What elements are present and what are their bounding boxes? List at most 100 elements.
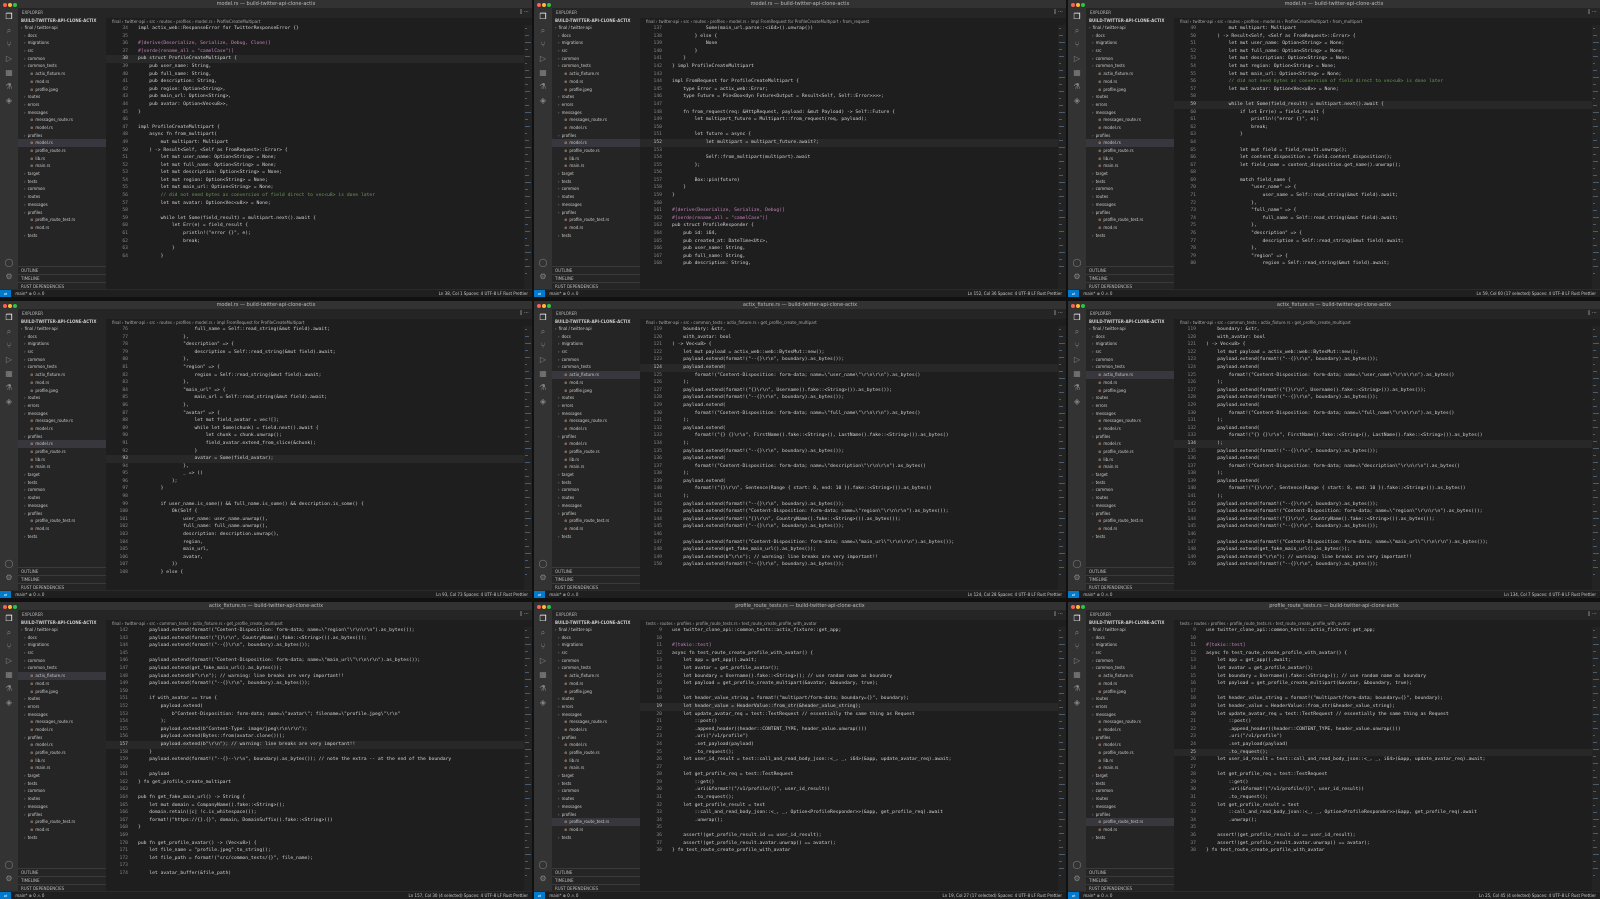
file-tree-item[interactable]: › errors — [18, 101, 106, 109]
file-tree-item[interactable]: › target — [1086, 170, 1174, 178]
file-tree-item[interactable]: › final / twitter-api — [18, 325, 106, 333]
extensions-icon[interactable]: ▦ — [538, 670, 548, 680]
file-tree-item[interactable]: › common_tests — [1086, 62, 1174, 70]
file-tree-item[interactable]: ⊛ model.rs — [552, 741, 640, 749]
file-tree-item[interactable]: ⊛ mod.rs — [18, 78, 106, 86]
maximize-window-button[interactable] — [1081, 304, 1085, 308]
sidebar-section-header[interactable]: OUTLINE — [18, 567, 106, 575]
close-window-button[interactable] — [1071, 605, 1075, 609]
sidebar-section-header[interactable]: TIMELINE — [552, 575, 640, 583]
file-tree-item[interactable]: ⊛ messages_route.rs — [552, 718, 640, 726]
files-icon[interactable]: ❐ — [538, 313, 548, 323]
files-icon[interactable]: ❐ — [538, 614, 548, 624]
file-tree-item[interactable]: ⊛ model.rs — [18, 440, 106, 448]
sidebar-section-header[interactable]: TIMELINE — [18, 575, 106, 583]
file-tree-item[interactable]: ⊛ profile_route_test.rs — [1086, 818, 1174, 826]
close-window-button[interactable] — [537, 605, 541, 609]
split-editor-icon[interactable]: ▯ ⋯ — [520, 310, 529, 316]
code-editor[interactable]: 119 boundary: &str, 120 with_avatar: bool… — [640, 326, 1058, 591]
search-icon[interactable]: ⌕ — [1072, 26, 1082, 36]
file-tree-item[interactable]: ⊛ profile.jpeg — [552, 688, 640, 696]
file-tree-item[interactable]: › migrations — [18, 340, 106, 348]
file-tree-item[interactable]: › docs — [552, 32, 640, 40]
file-tree-item[interactable]: › routes — [18, 93, 106, 101]
file-tree-item[interactable]: › profiles — [18, 811, 106, 819]
docker-icon[interactable]: ◈ — [538, 397, 548, 407]
code-editor[interactable]: 9 use twitter_clone_api::common_tests::ac… — [1174, 627, 1592, 892]
source-control-icon[interactable]: ⑂ — [4, 642, 14, 652]
file-tree-item[interactable]: ⊛ messages_route.rs — [18, 116, 106, 124]
file-tree-item[interactable]: › common — [552, 185, 640, 193]
split-editor-icon[interactable]: ▯ ⋯ — [1588, 310, 1597, 316]
file-tree-item[interactable]: ⊛ actix_fixture.rs — [1086, 672, 1174, 680]
file-tree-item[interactable]: ⊛ mod.rs — [1086, 379, 1174, 387]
file-tree-item[interactable]: ⊛ model.rs — [1086, 124, 1174, 132]
file-tree-item[interactable]: › target — [18, 170, 106, 178]
file-tree-item[interactable]: ⊛ model.rs — [18, 425, 106, 433]
file-tree-item[interactable]: ⊛ model.rs — [552, 139, 640, 147]
file-tree-item[interactable]: › tests — [1086, 479, 1174, 487]
minimize-window-button[interactable] — [8, 3, 12, 7]
file-tree-item[interactable]: › final / twitter-api — [552, 325, 640, 333]
file-tree-item[interactable]: › profiles — [18, 132, 106, 140]
file-tree-item[interactable]: ⊛ profile_route.rs — [552, 147, 640, 155]
file-tree-item[interactable]: › src — [18, 348, 106, 356]
file-tree-item[interactable]: ⊛ messages_route.rs — [552, 116, 640, 124]
file-tree-item[interactable]: ⊛ actix_fixture.rs — [552, 672, 640, 680]
file-tree-item[interactable]: › messages — [552, 711, 640, 719]
docker-icon[interactable]: ◈ — [1072, 96, 1082, 106]
file-tree-item[interactable]: ⊛ mod.rs — [1086, 525, 1174, 533]
sidebar-section-header[interactable]: TIMELINE — [18, 274, 106, 282]
file-tree-item[interactable]: › routes — [552, 795, 640, 803]
file-tree-item[interactable]: › profiles — [1086, 734, 1174, 742]
file-tree-item[interactable]: › tests — [18, 780, 106, 788]
files-icon[interactable]: ❐ — [538, 12, 548, 22]
docker-icon[interactable]: ◈ — [1072, 698, 1082, 708]
docker-icon[interactable]: ◈ — [538, 698, 548, 708]
file-tree-item[interactable]: ⊛ messages_route.rs — [1086, 718, 1174, 726]
testing-icon[interactable]: ⚗ — [4, 383, 14, 393]
settings-gear-icon[interactable]: ⚙ — [4, 573, 14, 583]
file-tree-item[interactable]: › common_tests — [1086, 664, 1174, 672]
file-tree-item[interactable]: › final / twitter-api — [18, 626, 106, 634]
code-editor[interactable]: 49 mut multipart: Multipart 50 ) -> Resul… — [1174, 25, 1592, 290]
minimap[interactable] — [1058, 25, 1066, 290]
file-tree-item[interactable]: ⊛ profile_route.rs — [1086, 749, 1174, 757]
status-branch[interactable]: main* ⊗ 0 ⚠ 0 — [1083, 592, 1112, 597]
file-tree-item[interactable]: › common — [18, 55, 106, 63]
file-tree-item[interactable]: › errors — [552, 101, 640, 109]
workspace-root[interactable]: BUILD-TWITTER-API-CLONE-ACTIX — [552, 17, 640, 24]
file-tree-item[interactable]: ⊛ model.rs — [1086, 425, 1174, 433]
file-tree-item[interactable]: ⊛ model.rs — [1086, 741, 1174, 749]
file-tree-item[interactable]: › migrations — [1086, 340, 1174, 348]
file-tree-item[interactable]: › errors — [552, 402, 640, 410]
status-branch[interactable]: main* ⊗ 0 ⚠ 0 — [1083, 893, 1112, 898]
source-control-icon[interactable]: ⑂ — [4, 40, 14, 50]
file-tree-item[interactable]: › final / twitter-api — [552, 626, 640, 634]
file-tree-item[interactable]: ⊛ profile.jpeg — [552, 86, 640, 94]
file-tree-item[interactable]: › common_tests — [18, 664, 106, 672]
file-tree-item[interactable]: › src — [1086, 348, 1174, 356]
maximize-window-button[interactable] — [547, 605, 551, 609]
settings-gear-icon[interactable]: ⚙ — [538, 874, 548, 884]
close-window-button[interactable] — [3, 304, 7, 308]
file-tree-item[interactable]: ⊛ profile_route_test.rs — [18, 818, 106, 826]
remote-indicator[interactable]: ⇌ — [534, 892, 546, 899]
file-tree-item[interactable]: › docs — [552, 333, 640, 341]
workspace-root[interactable]: BUILD-TWITTER-API-CLONE-ACTIX — [1086, 318, 1174, 325]
file-tree-item[interactable]: ⊛ model.rs — [18, 741, 106, 749]
file-tree-item[interactable]: › common_tests — [552, 664, 640, 672]
remote-indicator[interactable]: ⇌ — [1068, 290, 1080, 297]
file-tree-item[interactable]: ⊛ actix_fixture.rs — [1086, 371, 1174, 379]
file-tree-item[interactable]: › errors — [1086, 101, 1174, 109]
file-tree-item[interactable]: › tests — [1086, 232, 1174, 240]
file-tree-item[interactable]: ⊛ main.rs — [552, 162, 640, 170]
status-branch[interactable]: main* ⊗ 0 ⚠ 0 — [549, 592, 578, 597]
workspace-root[interactable]: BUILD-TWITTER-API-CLONE-ACTIX — [552, 318, 640, 325]
file-tree-item[interactable]: ⊛ model.rs — [552, 425, 640, 433]
file-tree-item[interactable]: › target — [1086, 471, 1174, 479]
close-window-button[interactable] — [537, 3, 541, 7]
minimap[interactable] — [1592, 326, 1600, 591]
docker-icon[interactable]: ◈ — [4, 96, 14, 106]
extensions-icon[interactable]: ▦ — [538, 369, 548, 379]
